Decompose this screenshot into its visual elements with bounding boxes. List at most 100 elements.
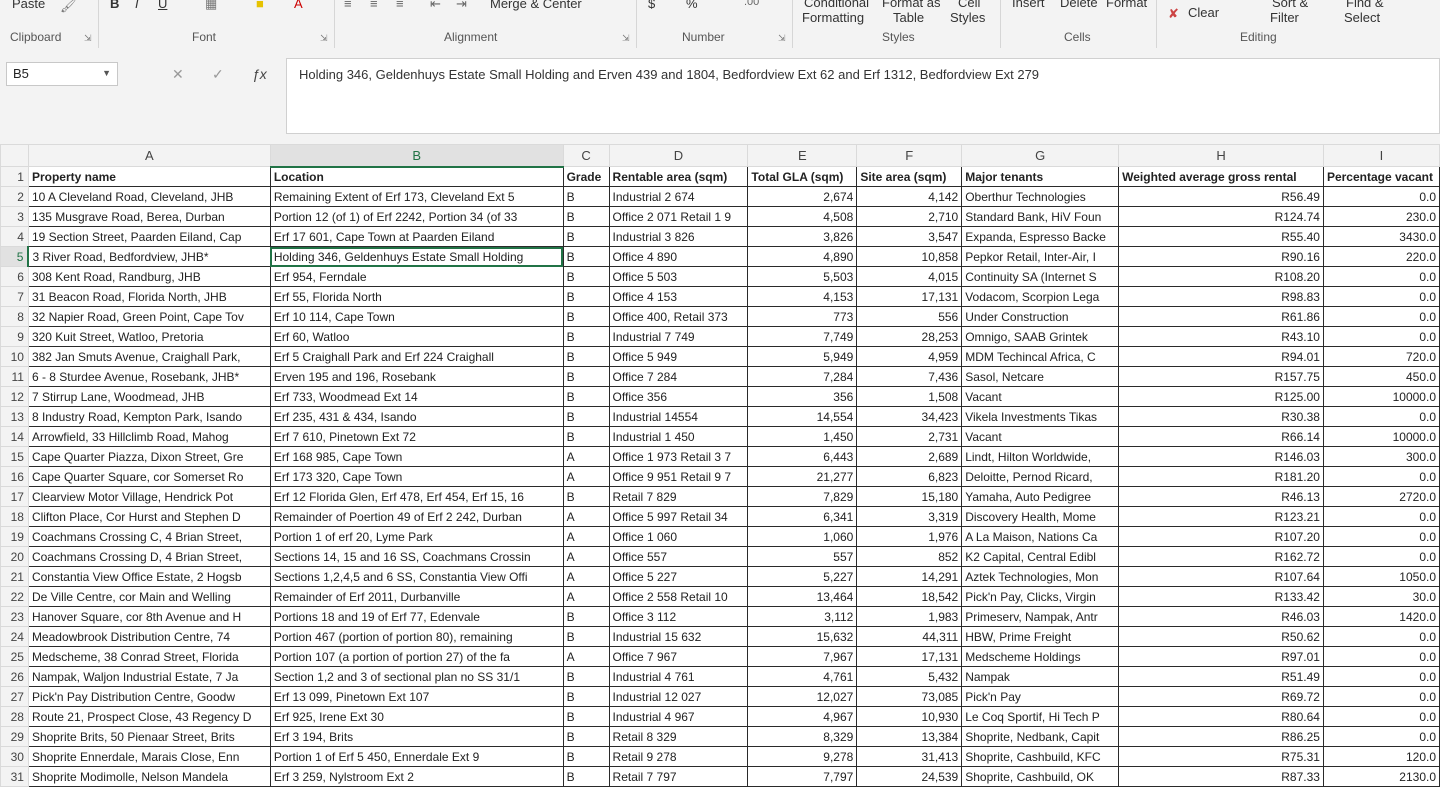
conditional-formatting-button[interactable]: Formatting <box>802 10 864 25</box>
table-cell[interactable]: Office 5 949 <box>608 346 749 367</box>
format-as-table-top[interactable]: Format as <box>882 0 941 10</box>
table-cell[interactable]: 2,689 <box>856 446 963 467</box>
row-header[interactable]: 29 <box>0 726 29 747</box>
table-cell[interactable]: 2,674 <box>747 186 858 207</box>
table-cell[interactable]: 10,930 <box>856 706 963 727</box>
table-cell[interactable]: A La Maison, Nations Ca <box>961 526 1120 547</box>
table-cell[interactable]: Clearview Motor Village, Hendrick Pot <box>27 486 271 507</box>
row-header[interactable]: 11 <box>0 366 29 387</box>
table-cell[interactable]: Office 9 951 Retail 9 7 <box>608 466 749 487</box>
cell-styles-button[interactable]: Styles <box>950 10 985 25</box>
row-header[interactable]: 31 <box>0 766 29 787</box>
row-header[interactable]: 28 <box>0 706 29 727</box>
table-cell[interactable]: Shoprite, Cashbuild, KFC <box>961 746 1120 767</box>
table-cell[interactable]: R80.64 <box>1118 706 1324 727</box>
table-cell[interactable]: 0.0 <box>1322 526 1440 547</box>
table-cell[interactable]: Medscheme, 38 Conrad Street, Florida <box>27 646 271 667</box>
table-cell[interactable]: 0.0 <box>1322 266 1440 287</box>
table-cell[interactable]: Portion 1 of erf 20, Lyme Park <box>269 526 564 547</box>
table-cell[interactable]: Erf 5 Craighall Park and Erf 224 Craigha… <box>269 346 564 367</box>
row-header[interactable]: 16 <box>0 466 29 487</box>
table-cell[interactable]: 14,291 <box>856 566 963 587</box>
table-cell[interactable]: Erf 7 610, Pinetown Ext 72 <box>269 426 564 447</box>
table-cell[interactable]: A <box>562 446 610 467</box>
table-cell[interactable]: 0.0 <box>1322 506 1440 527</box>
table-cell[interactable]: 220.0 <box>1322 246 1440 267</box>
table-cell[interactable]: 6,443 <box>747 446 858 467</box>
table-cell[interactable]: Erf 733, Woodmead Ext 14 <box>269 386 564 407</box>
insert-button[interactable]: Insert <box>1012 0 1045 10</box>
table-cell[interactable]: Lindt, Hilton Worldwide, <box>961 446 1120 467</box>
table-cell[interactable]: 720.0 <box>1322 346 1440 367</box>
table-cell[interactable]: B <box>562 346 610 367</box>
align-right-icon[interactable]: ≡ <box>396 0 404 11</box>
borders-icon[interactable]: ▦ <box>205 0 217 12</box>
format-button[interactable]: Format <box>1106 0 1147 10</box>
table-cell[interactable]: 21,277 <box>747 466 858 487</box>
table-cell[interactable]: 0.0 <box>1322 726 1440 747</box>
table-cell[interactable]: Erf 60, Watloo <box>269 326 564 347</box>
table-cell[interactable]: 556 <box>856 306 963 327</box>
table-cell[interactable]: Office 2 558 Retail 10 <box>608 586 749 607</box>
table-cell[interactable]: 0.0 <box>1322 646 1440 667</box>
table-cell[interactable]: Retail 9 278 <box>608 746 749 767</box>
name-box[interactable]: B5 ▼ <box>6 62 118 86</box>
table-cell[interactable]: Office 7 967 <box>608 646 749 667</box>
table-cell[interactable]: 7 Stirrup Lane, Woodmead, JHB <box>27 386 271 407</box>
table-cell[interactable]: Office 1 973 Retail 3 7 <box>608 446 749 467</box>
table-cell[interactable]: Sections 14, 15 and 16 SS, Coachmans Cro… <box>269 546 564 567</box>
table-cell[interactable]: B <box>562 186 610 207</box>
table-cell[interactable]: 557 <box>747 546 858 567</box>
table-cell[interactable]: Vodacom, Scorpion Lega <box>961 286 1120 307</box>
column-header-b[interactable]: B <box>269 144 564 168</box>
table-cell[interactable]: A <box>562 646 610 667</box>
table-cell[interactable]: 44,311 <box>856 626 963 647</box>
table-cell[interactable]: Omnigo, SAAB Grintek <box>961 326 1120 347</box>
table-cell[interactable]: R46.03 <box>1118 606 1324 627</box>
table-cell[interactable]: Nampak, Waljon Industrial Estate, 7 Ja <box>27 666 271 687</box>
table-cell[interactable]: 28,253 <box>856 326 963 347</box>
table-cell[interactable]: Nampak <box>961 666 1120 687</box>
font-launcher-icon[interactable]: ⇲ <box>320 33 328 44</box>
table-cell[interactable]: 0.0 <box>1322 666 1440 687</box>
table-cell[interactable]: A <box>562 526 610 547</box>
table-cell[interactable]: Office 4 890 <box>608 246 749 267</box>
column-header-a[interactable]: A <box>27 144 271 167</box>
table-cell[interactable]: 34,423 <box>856 406 963 427</box>
table-cell[interactable]: Arrowfield, 33 Hillclimb Road, Mahog <box>27 426 271 447</box>
table-cell[interactable]: Route 21, Prospect Close, 43 Regency D <box>27 706 271 727</box>
row-header[interactable]: 25 <box>0 646 29 667</box>
table-cell[interactable]: Shoprite Brits, 50 Pienaar Street, Brits <box>27 726 271 747</box>
table-cell[interactable]: HBW, Prime Freight <box>961 626 1120 647</box>
outdent-icon[interactable]: ⇥ <box>456 0 467 12</box>
row-header[interactable]: 23 <box>0 606 29 627</box>
format-as-table-button[interactable]: Table <box>893 10 924 25</box>
number-launcher-icon[interactable]: ⇲ <box>778 33 786 44</box>
row-header[interactable]: 8 <box>0 306 29 327</box>
cancel-icon[interactable]: ✕ <box>172 66 184 83</box>
table-cell[interactable]: K2 Capital, Central Edibl <box>961 546 1120 567</box>
row-header[interactable]: 21 <box>0 566 29 587</box>
table-cell[interactable]: Office 356 <box>608 386 749 407</box>
insert-function-icon[interactable]: ƒx <box>252 66 267 82</box>
table-cell[interactable]: R46.13 <box>1118 486 1324 507</box>
table-cell[interactable]: Medscheme Holdings <box>961 646 1120 667</box>
row-header[interactable]: 9 <box>0 326 29 347</box>
table-cell[interactable]: R66.14 <box>1118 426 1324 447</box>
table-cell[interactable]: 1050.0 <box>1322 566 1440 587</box>
table-cell[interactable]: Industrial 3 826 <box>608 226 749 247</box>
table-cell[interactable]: Erf 954, Ferndale <box>269 266 564 287</box>
column-header-c[interactable]: C <box>562 144 610 167</box>
table-cell[interactable]: 32 Napier Road, Green Point, Cape Tov <box>27 306 271 327</box>
table-cell[interactable]: A <box>562 566 610 587</box>
table-cell[interactable]: Oberthur Technologies <box>961 186 1120 207</box>
row-header[interactable]: 2 <box>0 186 29 207</box>
table-cell[interactable]: 300.0 <box>1322 446 1440 467</box>
table-cell[interactable]: 3,547 <box>856 226 963 247</box>
table-cell[interactable]: Hanover Square, cor 8th Avenue and H <box>27 606 271 627</box>
table-cell[interactable]: Remainder of Poertion 49 of Erf 2 242, D… <box>269 506 564 527</box>
table-cell[interactable]: 3,112 <box>747 606 858 627</box>
table-cell[interactable]: 7,284 <box>747 366 858 387</box>
table-cell[interactable]: Clifton Place, Cor Hurst and Stephen D <box>27 506 271 527</box>
row-header[interactable]: 4 <box>0 226 29 247</box>
